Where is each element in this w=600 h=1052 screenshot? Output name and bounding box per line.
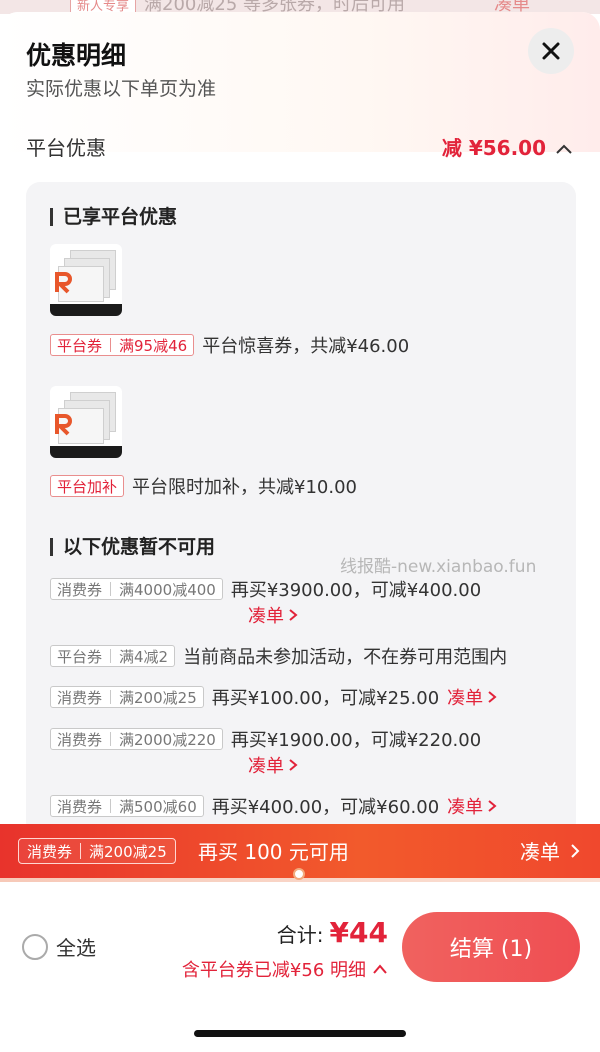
coupon-tag: 消费券 满200减25 bbox=[50, 686, 204, 708]
enjoyed-item-desc: 平台限时加补，共减¥10.00 bbox=[132, 477, 357, 498]
product-thumbnail bbox=[50, 386, 122, 458]
coupon-tag: 平台券 满95减46 bbox=[50, 334, 195, 356]
unavailable-heading: 以下优惠暂不可用 bbox=[50, 538, 215, 557]
progress-dot bbox=[293, 868, 305, 880]
enjoyed-item: 平台加补 平台限时加补，共减¥10.00 bbox=[50, 473, 357, 499]
total-label: 合计: bbox=[276, 923, 324, 947]
banner-message: 再买 100 元可用 bbox=[198, 840, 349, 864]
add-items-link[interactable]: 凑单 bbox=[248, 602, 298, 628]
sheet-title: 优惠明细 bbox=[26, 41, 127, 70]
checkout-bar: 全选 合计: ¥44 含平台券已减¥56 明细 结算 (1) bbox=[0, 882, 600, 1052]
unavailable-item: 消费券 满500减60 再买¥400.00，可减¥60.00 凑单 bbox=[50, 793, 497, 819]
savings-detail-link[interactable]: 含平台券已减¥56 明细 bbox=[182, 956, 388, 982]
platform-discount-row[interactable]: 平台优惠 减 ¥56.00 bbox=[26, 138, 576, 168]
unavailable-item: 消费券 满200减25 再买¥100.00，可减¥25.00 凑单 bbox=[50, 684, 497, 710]
discount-panel: 已享平台优惠 平台券 满95减46 平台惊喜券，共减¥46.00 平台加补 平台限… bbox=[26, 182, 576, 836]
coupon-tag: 消费券 满500减60 bbox=[50, 795, 204, 817]
enjoyed-item-desc: 平台惊喜券，共减¥46.00 bbox=[202, 336, 410, 357]
coupon-tag: 平台加补 bbox=[50, 475, 125, 497]
coupon-tag: 平台券 满4减2 bbox=[50, 645, 176, 667]
unavailable-item: 消费券 满2000减220 再买¥1900.00，可减¥220.00 bbox=[50, 726, 481, 752]
add-items-link[interactable]: 凑单 bbox=[248, 752, 298, 778]
chevron-right-icon bbox=[571, 843, 580, 858]
add-items-link[interactable]: 凑单 bbox=[447, 684, 497, 710]
banner-coupon-tag: 消费券 满200减25 bbox=[18, 838, 176, 864]
home-indicator bbox=[194, 1030, 406, 1037]
close-icon bbox=[542, 42, 560, 60]
coupon-tag: 消费券 满2000减220 bbox=[50, 728, 223, 750]
watermark: 线报酷-new.xianbao.fun bbox=[340, 557, 537, 577]
radio-unchecked-icon[interactable] bbox=[22, 934, 48, 960]
total-row: 合计: ¥44 bbox=[277, 916, 388, 949]
chevron-right-icon bbox=[289, 759, 298, 771]
chevron-right-icon bbox=[289, 609, 298, 621]
coupon-tag: 消费券 满4000减400 bbox=[50, 578, 223, 600]
select-all-label[interactable]: 全选 bbox=[56, 932, 96, 961]
close-button[interactable] bbox=[528, 28, 574, 74]
chevron-up-icon bbox=[556, 144, 572, 154]
add-items-link[interactable]: 凑单 bbox=[447, 793, 497, 819]
checkout-button[interactable]: 结算 (1) bbox=[402, 912, 580, 982]
unavailable-item: 平台券 满4减2 当前商品未参加活动，不在券可用范围内 bbox=[50, 643, 507, 669]
sheet-subtitle: 实际优惠以下单页为准 bbox=[26, 78, 217, 100]
enjoyed-heading: 已享平台优惠 bbox=[50, 208, 177, 227]
banner-add-items-link[interactable]: 凑单 bbox=[520, 836, 580, 865]
platform-discount-label: 平台优惠 bbox=[26, 138, 106, 160]
platform-discount-amount: 减 ¥56.00 bbox=[441, 138, 546, 160]
enjoyed-item: 平台券 满95减46 平台惊喜券，共减¥46.00 bbox=[50, 332, 409, 358]
total-value: ¥44 bbox=[329, 916, 388, 949]
chevron-up-icon bbox=[373, 964, 387, 974]
product-thumbnail bbox=[50, 244, 122, 316]
chevron-right-icon bbox=[488, 691, 497, 703]
unavailable-item: 消费券 满4000减400 再买¥3900.00，可减¥400.00 bbox=[50, 576, 481, 602]
chevron-right-icon bbox=[488, 800, 497, 812]
